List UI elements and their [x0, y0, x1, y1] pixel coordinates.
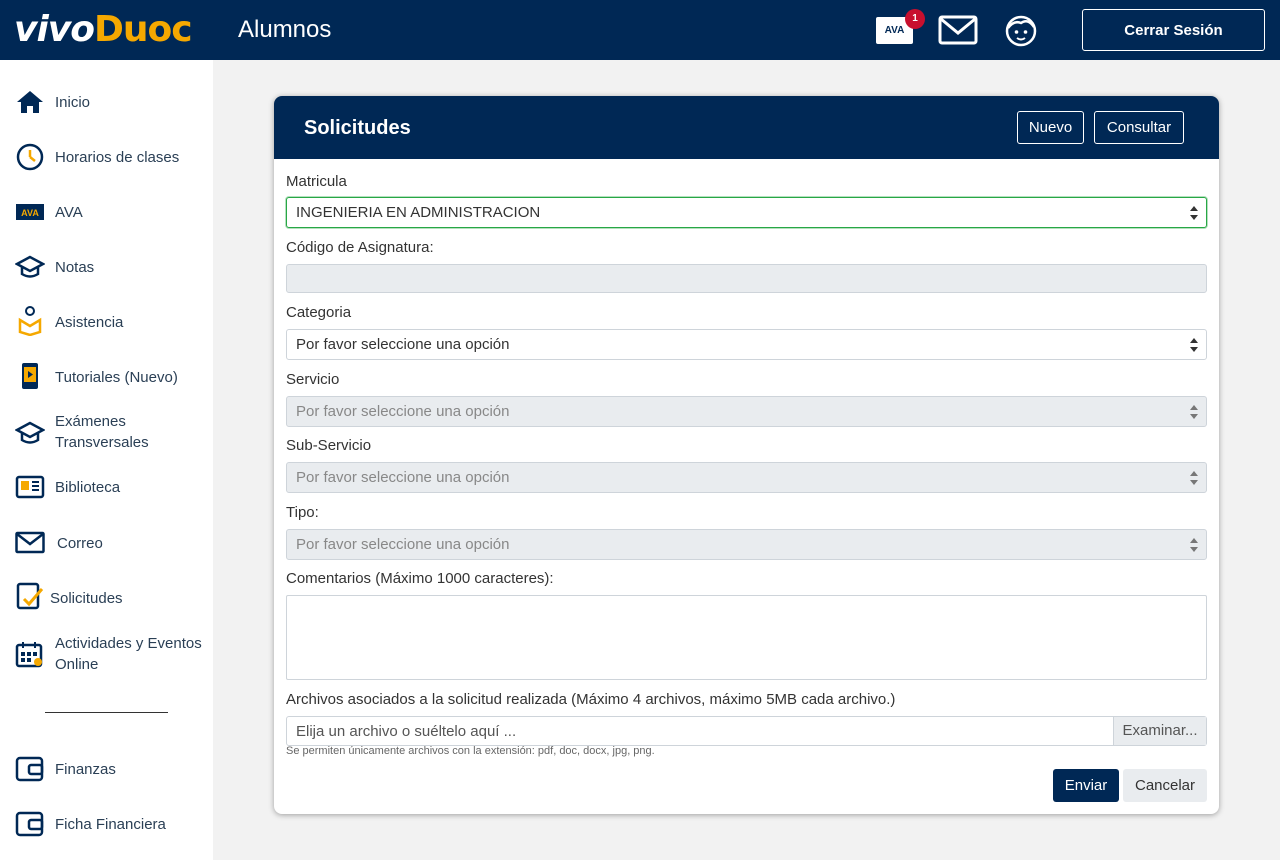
- file-input[interactable]: Elija un archivo o suéltelo aquí ... Exa…: [286, 716, 1207, 746]
- solicitudes-card: Solicitudes Nuevo Consultar Matricula IN…: [274, 96, 1219, 814]
- matricula-value: INGENIERIA EN ADMINISTRACION: [296, 204, 541, 221]
- notification-badge: 1: [905, 9, 925, 29]
- subservicio-select: Por favor seleccione una opción: [286, 462, 1207, 493]
- logout-button[interactable]: Cerrar Sesión: [1082, 9, 1265, 51]
- file-hint: Se permiten únicamente archivos con la e…: [286, 745, 655, 757]
- tipo-select: Por favor seleccione una opción: [286, 529, 1207, 560]
- logo-vivo: vivo: [14, 9, 95, 50]
- card-title: Solicitudes: [304, 117, 411, 139]
- attendance-icon: [15, 305, 45, 336]
- servicio-select: Por favor seleccione una opción: [286, 396, 1207, 427]
- new-button[interactable]: Nuevo: [1017, 111, 1084, 144]
- categoria-value: Por favor seleccione una opción: [296, 336, 510, 353]
- categoria-select[interactable]: Por favor seleccione una opción: [286, 329, 1207, 360]
- home-icon: [15, 87, 45, 117]
- servicio-label: Servicio: [286, 371, 340, 388]
- mail-icon[interactable]: [938, 14, 978, 46]
- sidebar: Inicio Horarios de clases AVA AVA Notas …: [0, 60, 213, 860]
- comentarios-textarea[interactable]: [286, 595, 1207, 680]
- subservicio-label: Sub-Servicio: [286, 437, 372, 454]
- graduation-cap-icon: [15, 252, 45, 282]
- sidebar-item-label: Correo: [57, 535, 103, 552]
- sidebar-item-label: Exámenes Transversales: [55, 413, 149, 451]
- sidebar-item-horarios[interactable]: Horarios de clases: [0, 143, 213, 171]
- select-arrows-icon: [1190, 405, 1198, 419]
- sidebar-item-ava[interactable]: AVA AVA: [0, 202, 213, 223]
- servicio-value: Por favor seleccione una opción: [296, 403, 510, 420]
- top-bar: vivoDuoc Alumnos AVA 1 Cerrar Sesión: [0, 0, 1280, 60]
- sidebar-item-inicio[interactable]: Inicio: [0, 91, 213, 113]
- sidebar-item-label: Tutoriales (Nuevo): [55, 369, 178, 386]
- tipo-value: Por favor seleccione una opción: [296, 536, 510, 553]
- cancel-button[interactable]: Cancelar: [1123, 769, 1207, 802]
- codigo-label: Código de Asignatura:: [286, 239, 434, 256]
- archivos-label: Archivos asociados a la solicitud realiz…: [286, 691, 896, 708]
- sidebar-item-label: Biblioteca: [55, 479, 121, 496]
- categoria-label: Categoria: [286, 304, 352, 321]
- sidebar-item-asistencia[interactable]: Asistencia: [0, 306, 213, 336]
- tablet-play-icon: [15, 361, 45, 391]
- select-arrows-icon: [1190, 206, 1198, 220]
- wallet-icon: [15, 809, 45, 839]
- checklist-icon: [15, 581, 45, 611]
- tipo-label: Tipo:: [286, 504, 319, 521]
- mail-icon: [15, 528, 45, 558]
- submit-button[interactable]: Enviar: [1053, 769, 1119, 802]
- select-arrows-icon: [1190, 338, 1198, 352]
- sidebar-item-label: AVA: [55, 204, 83, 221]
- subservicio-value: Por favor seleccione una opción: [296, 469, 510, 486]
- sidebar-item-label: Solicitudes: [50, 590, 123, 607]
- sidebar-item-label: Actividades y Eventos Online: [55, 635, 202, 673]
- card-header: Solicitudes Nuevo Consultar: [274, 96, 1219, 159]
- sidebar-item-examenes[interactable]: Exámenes Transversales: [0, 411, 213, 453]
- clock-icon: [15, 142, 45, 172]
- app-title: Alumnos: [238, 16, 332, 43]
- select-arrows-icon: [1190, 538, 1198, 552]
- wallet-icon: [15, 754, 45, 784]
- sidebar-item-ficha-financiera[interactable]: Ficha Financiera: [0, 811, 213, 837]
- sidebar-item-label: Ficha Financiera: [55, 816, 166, 833]
- sidebar-item-biblioteca[interactable]: Biblioteca: [0, 475, 213, 499]
- sidebar-item-label: Inicio: [55, 94, 91, 111]
- consult-button[interactable]: Consultar: [1094, 111, 1184, 144]
- sidebar-item-actividades[interactable]: Actividades y Eventos Online: [0, 633, 213, 675]
- comentarios-label: Comentarios (Máximo 1000 caracteres):: [286, 570, 554, 587]
- select-arrows-icon: [1190, 471, 1198, 485]
- file-placeholder: Elija un archivo o suéltelo aquí ...: [296, 723, 517, 740]
- sidebar-item-finanzas[interactable]: Finanzas: [0, 756, 213, 782]
- face-icon[interactable]: [1004, 14, 1038, 48]
- codigo-input: [286, 264, 1207, 293]
- sidebar-item-label: Finanzas: [55, 761, 116, 778]
- matricula-select[interactable]: INGENIERIA EN ADMINISTRACION: [286, 197, 1207, 228]
- ava-icon: AVA: [15, 197, 45, 227]
- sidebar-item-notas[interactable]: Notas: [0, 255, 213, 278]
- logo-duoc: Duoc: [94, 9, 193, 50]
- calendar-icon: [15, 640, 45, 670]
- sidebar-item-label: Horarios de clases: [55, 149, 180, 166]
- svg-text:AVA: AVA: [21, 208, 39, 218]
- sidebar-item-solicitudes[interactable]: Solicitudes: [0, 582, 213, 610]
- sidebar-item-label: Asistencia: [55, 314, 124, 331]
- library-icon: [15, 472, 45, 502]
- sidebar-item-correo[interactable]: Correo: [0, 531, 213, 554]
- matricula-label: Matricula: [286, 173, 347, 190]
- sidebar-item-label: Notas: [55, 259, 95, 276]
- graduation-cap-icon: [15, 418, 45, 448]
- vivoduoc-logo[interactable]: vivoDuoc: [14, 8, 193, 52]
- sidebar-item-tutoriales[interactable]: Tutoriales (Nuevo): [0, 363, 213, 389]
- browse-button[interactable]: Examinar...: [1113, 717, 1206, 745]
- sidebar-divider: [45, 712, 168, 713]
